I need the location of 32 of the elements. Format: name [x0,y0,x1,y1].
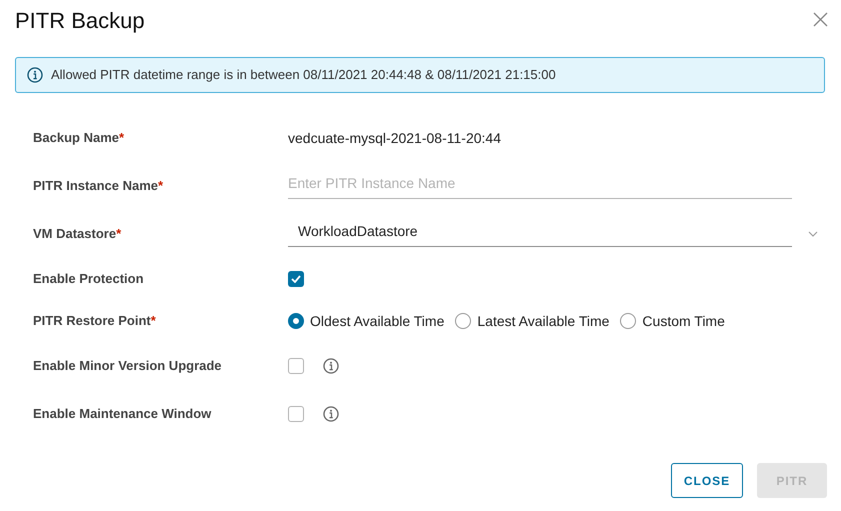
radio-option[interactable]: Custom Time [620,310,725,332]
field-value: vedcuate-mysql-2021-08-11-20:44 [288,128,501,148]
field-label: PITR Restore Point [33,313,151,328]
checkbox[interactable] [288,271,304,287]
input-field[interactable]: Enter PITR Instance Name [288,173,792,199]
info-icon [323,358,339,374]
radio-button[interactable] [455,313,472,329]
checkbox[interactable] [288,358,304,374]
dialog-title: PITR Backup [15,7,145,35]
info-icon [323,406,339,422]
checkbox[interactable] [288,406,304,422]
radio-button[interactable] [288,313,304,329]
required-mark: * [158,178,164,194]
close-button[interactable]: CLOSE [671,463,743,498]
alert-text: Allowed PITR datetime range is in between 08/11/2021 20:44:48 & 08/11/2021 21:15:00 [51,66,556,84]
field-label: Backup Name [33,130,119,146]
field-label: Enable Protection [33,271,144,286]
radio-option[interactable]: Latest Available Time [455,310,610,332]
select-field[interactable]: WorkloadDatastore [288,221,792,247]
field-label: Enable Minor Version Upgrade [33,358,222,374]
required-mark: * [150,313,156,328]
field-label: Enable Maintenance Window [33,406,212,422]
close-icon[interactable] [813,12,828,27]
field-label: PITR Instance Name [33,178,158,194]
info-icon [27,67,43,83]
required-mark: * [116,226,122,242]
chevron-down-icon [808,231,818,237]
checkmark-icon [291,275,301,283]
field-label: VM Datastore [33,226,116,242]
required-mark: * [118,130,124,146]
radio-option[interactable]: Oldest Available Time [288,310,444,332]
radio-button[interactable] [620,313,636,329]
